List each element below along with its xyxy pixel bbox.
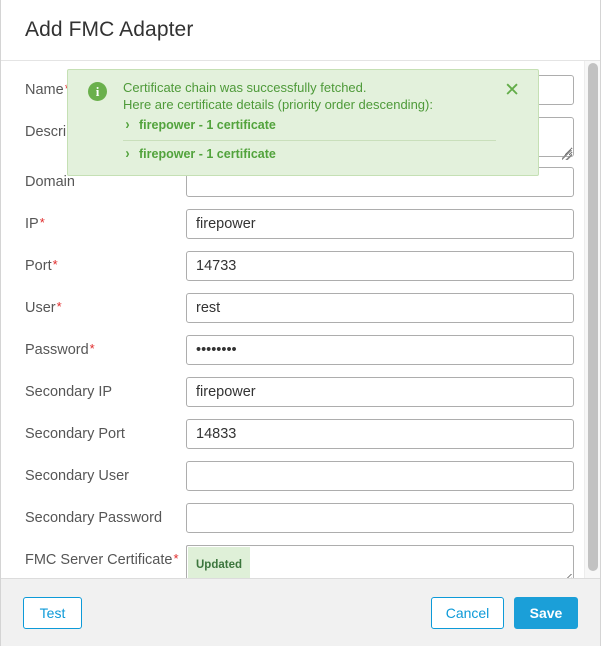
label-secondary-user: Secondary User <box>25 468 129 484</box>
cancel-button[interactable]: Cancel <box>431 596 504 629</box>
field-control-fmc-server-certificate: Updated GIN CERTIFICATE----- <box>186 545 574 578</box>
save-button[interactable]: Save <box>514 596 578 629</box>
dialog-footer: Test Cancel Save <box>1 578 600 646</box>
resize-grip-icon[interactable] <box>561 572 573 578</box>
label-secondary-password: Secondary Password <box>25 510 163 526</box>
user-input[interactable] <box>186 293 574 323</box>
secondary-user-input[interactable] <box>186 461 574 491</box>
form-row-secondary-user: Secondary User <box>1 461 600 503</box>
form-row-secondary-ip: Secondary IP <box>1 377 600 419</box>
required-marker: * <box>39 215 45 230</box>
notification-line-1: Certificate chain was successfully fetch… <box>123 80 367 95</box>
field-control-secondary-port <box>186 419 574 449</box>
form-row-password: Password* <box>1 335 600 377</box>
form-row-ip: IP* <box>1 209 600 251</box>
vertical-scrollbar[interactable] <box>584 61 600 578</box>
notification-line-2: Here are certificate details (priority o… <box>123 96 433 112</box>
info-circle-icon: i <box>88 82 107 101</box>
secondary-password-input[interactable] <box>186 503 574 533</box>
field-control-ip <box>186 209 574 239</box>
form-row-secondary-password: Secondary Password <box>1 503 600 545</box>
form-row-port: Port* <box>1 251 600 293</box>
label-user: User* <box>25 299 62 316</box>
label-port: Port* <box>25 257 58 274</box>
form-row-secondary-port: Secondary Port <box>1 419 600 461</box>
port-input[interactable] <box>186 251 574 281</box>
field-control-secondary-user <box>186 461 574 491</box>
dialog-header: Add FMC Adapter <box>1 0 600 61</box>
required-marker: * <box>52 257 58 272</box>
field-control-user <box>186 293 574 323</box>
chevron-right-icon: › <box>125 116 130 133</box>
secondary-ip-input[interactable] <box>186 377 574 407</box>
required-marker: * <box>89 341 95 356</box>
required-marker: * <box>173 551 179 566</box>
page-title: Add FMC Adapter <box>25 18 194 41</box>
field-control-secondary-password <box>186 503 574 533</box>
ip-input[interactable] <box>186 209 574 239</box>
label-password: Password* <box>25 341 95 358</box>
updated-badge: Updated <box>188 547 250 578</box>
label-secondary-ip: Secondary IP <box>25 384 113 400</box>
add-fmc-adapter-dialog: Add FMC Adapter Name* Description <box>0 0 601 646</box>
form-row-user: User* <box>1 293 600 335</box>
required-marker: * <box>56 299 62 314</box>
chevron-right-icon: › <box>125 145 130 162</box>
test-button[interactable]: Test <box>23 596 82 629</box>
close-icon[interactable]: ✕ <box>504 81 520 100</box>
field-control-secondary-ip <box>186 377 574 407</box>
label-fmc-server-certificate: FMC Server Certificate* <box>25 551 179 568</box>
certificate-chain-item-2[interactable]: › firepower - 1 certificate <box>123 145 496 162</box>
certificate-chain-item-1-label: firepower - 1 certificate <box>139 118 276 132</box>
notification-body: Certificate chain was successfully fetch… <box>107 80 497 162</box>
dialog-body: Name* Description Domain <box>1 61 600 578</box>
secondary-port-input[interactable] <box>186 419 574 449</box>
label-ip: IP* <box>25 215 45 232</box>
field-control-port <box>186 251 574 281</box>
form-row-fmc-server-certificate: FMC Server Certificate* Updated GIN CERT… <box>1 545 600 578</box>
certificate-success-notification: i Certificate chain was successfully fet… <box>67 69 539 176</box>
field-control-password <box>186 335 574 365</box>
certificate-chain-item-2-label: firepower - 1 certificate <box>139 147 276 161</box>
form-scroll-area: Name* Description Domain <box>1 61 600 578</box>
fmc-server-certificate-textarea[interactable]: Updated GIN CERTIFICATE----- <box>186 545 574 578</box>
notification-divider <box>123 140 497 141</box>
password-input[interactable] <box>186 335 574 365</box>
certificate-chain-item-1[interactable]: › firepower - 1 certificate <box>123 116 496 133</box>
label-secondary-port: Secondary Port <box>25 426 125 442</box>
scrollbar-thumb[interactable] <box>588 63 598 571</box>
